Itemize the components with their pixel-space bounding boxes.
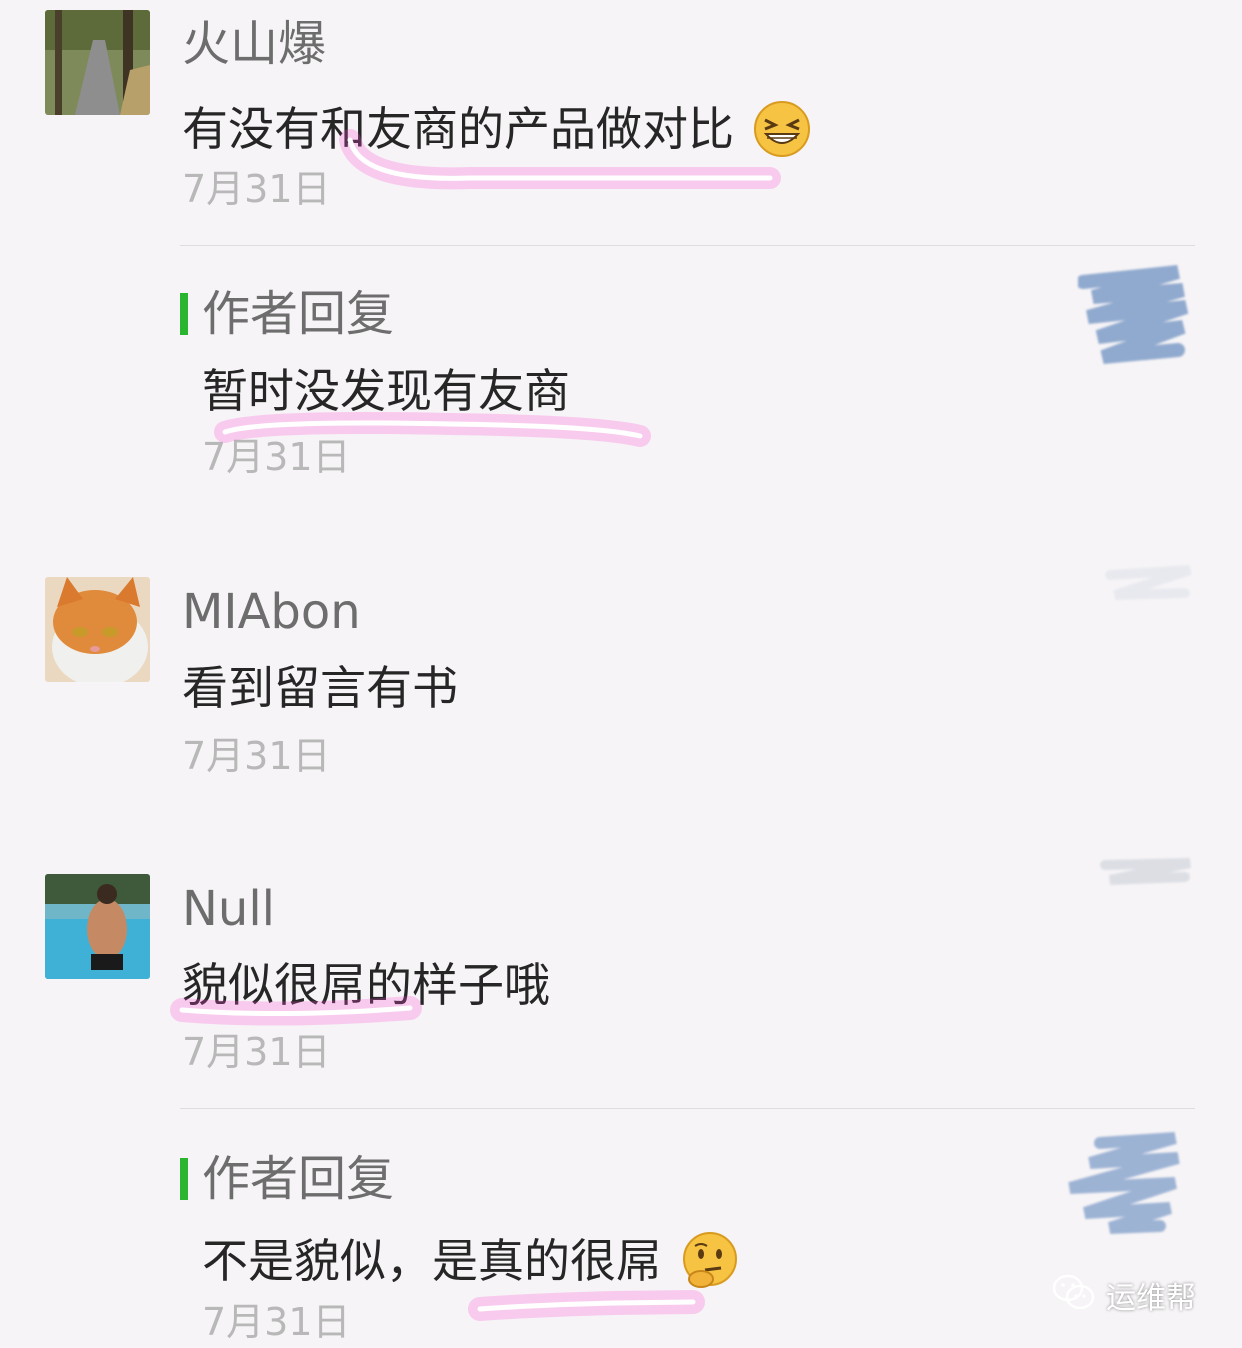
redaction-scribble [1068,1132,1180,1234]
watermark: 运维帮 [1052,1273,1196,1317]
redaction-scribble [1100,858,1192,885]
highlight-underline [339,129,781,190]
divider [180,245,1195,246]
avatar[interactable] [45,874,150,979]
avatar[interactable] [45,577,150,682]
reply-indicator-bar [180,1158,188,1200]
commenter-name[interactable]: 火山爆 [182,20,326,68]
avatar[interactable] [45,10,150,115]
author-reply-header: 作者回复 [180,290,394,338]
author-reply-header: 作者回复 [180,1155,394,1203]
commenter-name[interactable]: Null [182,885,275,933]
comment-date: 7月31日 [182,167,331,211]
redaction-scribble [1105,565,1192,600]
highlight-underline [170,996,422,1026]
author-reply-date: 7月31日 [202,1300,351,1344]
highlight-underline [468,1290,705,1321]
reply-indicator-bar [180,293,188,335]
highlight-underline [214,412,651,447]
author-reply-label: 作者回复 [202,286,395,342]
author-reply-label: 作者回复 [202,1151,395,1207]
wechat-icon [1052,1273,1096,1317]
redaction-scribble [1078,265,1189,364]
comment-text: 看到留言有书 [182,661,458,715]
divider [180,1108,1195,1109]
watermark-text: 运维帮 [1106,1281,1196,1316]
comment-date: 7月31日 [182,734,331,778]
commenter-name[interactable]: MIAbon [182,588,361,636]
